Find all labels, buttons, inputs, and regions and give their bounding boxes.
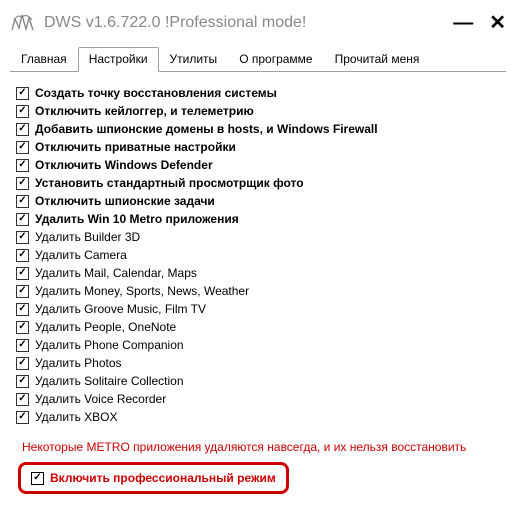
close-button[interactable]: ✕ xyxy=(489,13,506,33)
checkbox-label: Удалить XBOX xyxy=(35,410,118,424)
checkbox-row: Удалить Groove Music, Film TV xyxy=(16,300,500,318)
pro-mode-label: Включить профессиональный режим xyxy=(50,471,276,485)
titlebar: DWS v1.6.722.0 !Professional mode! — ✕ xyxy=(10,6,506,40)
checkbox[interactable] xyxy=(16,105,29,118)
checkbox-row: Отключить Windows Defender xyxy=(16,156,500,174)
tab-main[interactable]: Главная xyxy=(10,47,78,72)
tab-utilities[interactable]: Утилиты xyxy=(159,47,229,72)
checkbox[interactable] xyxy=(16,87,29,100)
checkbox-label: Удалить People, OneNote xyxy=(35,320,176,334)
checkbox[interactable] xyxy=(16,375,29,388)
checkbox-label: Отключить приватные настройки xyxy=(35,140,236,154)
checkbox-row: Удалить Solitaire Collection xyxy=(16,372,500,390)
checkbox[interactable] xyxy=(16,357,29,370)
checkbox-row: Установить стандартный просмотрщик фото xyxy=(16,174,500,192)
checkbox[interactable] xyxy=(16,195,29,208)
window-buttons: — ✕ xyxy=(453,13,506,33)
checkbox[interactable] xyxy=(16,285,29,298)
checkbox-row: Удалить Builder 3D xyxy=(16,228,500,246)
checkbox-label: Отключить шпионские задачи xyxy=(35,194,215,208)
tab-readme[interactable]: Прочитай меня xyxy=(324,47,431,72)
checkbox[interactable] xyxy=(16,231,29,244)
minimize-button[interactable]: — xyxy=(453,13,473,33)
checkbox-label: Удалить Photos xyxy=(35,356,122,370)
checkbox-label: Удалить Builder 3D xyxy=(35,230,140,244)
checkbox-label: Удалить Money, Sports, News, Weather xyxy=(35,284,249,298)
checkbox[interactable] xyxy=(16,267,29,280)
warning-text: Некоторые METRO приложения удаляются нав… xyxy=(22,440,500,454)
checkbox[interactable] xyxy=(16,339,29,352)
checkbox[interactable] xyxy=(16,303,29,316)
checkbox-row: Удалить Money, Sports, News, Weather xyxy=(16,282,500,300)
tab-strip: Главная Настройки Утилиты О программе Пр… xyxy=(10,46,506,72)
checkbox-row: Отключить приватные настройки xyxy=(16,138,500,156)
checkbox-row: Удалить Mail, Calendar, Maps xyxy=(16,264,500,282)
checkbox[interactable] xyxy=(16,177,29,190)
checkbox-label: Отключить Windows Defender xyxy=(35,158,213,172)
tab-about[interactable]: О программе xyxy=(228,47,323,72)
checkbox[interactable] xyxy=(16,321,29,334)
pro-mode-checkbox[interactable] xyxy=(31,472,44,485)
checkbox-label: Создать точку восстановления системы xyxy=(35,86,277,100)
checkbox-row: Удалить XBOX xyxy=(16,408,500,426)
checkbox-row: Удалить Voice Recorder xyxy=(16,390,500,408)
checkbox-row: Отключить кейлоггер, и телеметрию xyxy=(16,102,500,120)
checkbox-row: Создать точку восстановления системы xyxy=(16,84,500,102)
checkbox-label: Удалить Win 10 Metro приложения xyxy=(35,212,239,226)
checkbox-row: Удалить Win 10 Metro приложения xyxy=(16,210,500,228)
checkbox-label: Отключить кейлоггер, и телеметрию xyxy=(35,104,254,118)
checkbox-label: Удалить Phone Companion xyxy=(35,338,184,352)
checkbox-label: Удалить Groove Music, Film TV xyxy=(35,302,206,316)
checkbox[interactable] xyxy=(16,123,29,136)
checkbox[interactable] xyxy=(16,411,29,424)
app-window: DWS v1.6.722.0 !Professional mode! — ✕ Г… xyxy=(0,0,516,520)
checkbox[interactable] xyxy=(16,159,29,172)
checkbox-row: Удалить People, OneNote xyxy=(16,318,500,336)
checkbox[interactable] xyxy=(16,213,29,226)
checkbox[interactable] xyxy=(16,141,29,154)
checkbox-label: Удалить Camera xyxy=(35,248,127,262)
checkbox-row: Добавить шпионские домены в hosts, и Win… xyxy=(16,120,500,138)
checkbox-row: Удалить Photos xyxy=(16,354,500,372)
checkbox[interactable] xyxy=(16,249,29,262)
checkbox-row: Отключить шпионские задачи xyxy=(16,192,500,210)
checkbox-label: Установить стандартный просмотрщик фото xyxy=(35,176,304,190)
checkbox-label: Удалить Voice Recorder xyxy=(35,392,166,406)
app-icon xyxy=(10,11,36,35)
checkbox-row: Удалить Phone Companion xyxy=(16,336,500,354)
pro-mode-box: Включить профессиональный режим xyxy=(18,462,289,494)
checkbox-label: Удалить Mail, Calendar, Maps xyxy=(35,266,197,280)
checkbox-label: Удалить Solitaire Collection xyxy=(35,374,184,388)
checkbox[interactable] xyxy=(16,393,29,406)
checkbox-row: Удалить Camera xyxy=(16,246,500,264)
tab-content: Создать точку восстановления системы Откл… xyxy=(10,72,506,494)
checkbox-label: Добавить шпионские домены в hosts, и Win… xyxy=(35,122,378,136)
tab-settings[interactable]: Настройки xyxy=(78,47,159,72)
window-title: DWS v1.6.722.0 !Professional mode! xyxy=(44,14,445,32)
